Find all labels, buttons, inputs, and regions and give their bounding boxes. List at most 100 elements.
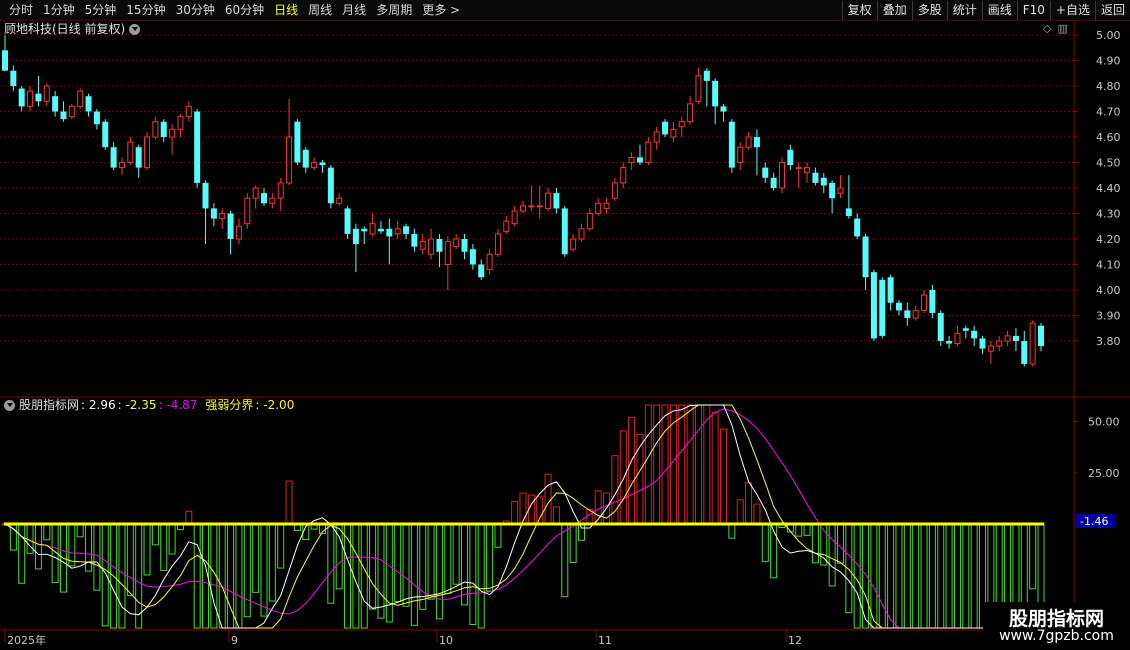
period-tab-5[interactable]: 60分钟 (220, 0, 269, 20)
candle-body (929, 290, 936, 313)
candle-body (971, 330, 978, 339)
indicator-bar (937, 523, 945, 629)
candle-body (578, 228, 585, 240)
candle (135, 144, 142, 178)
candle (261, 188, 267, 206)
indicator-bar (636, 433, 644, 525)
candle (478, 259, 485, 280)
indicator-bar (644, 404, 652, 525)
candle (636, 144, 643, 166)
indicator-bar (811, 523, 819, 564)
candle (1004, 330, 1011, 347)
candle (804, 162, 811, 183)
candle (494, 228, 501, 257)
toolbar-button-1[interactable]: 叠加 (876, 1, 912, 20)
candle (962, 325, 969, 339)
candle-body (645, 141, 652, 163)
candle (185, 101, 192, 122)
indicator-bar (753, 503, 761, 525)
chart-area[interactable]: 5.00 4.90 4.80 4.70 4.60 4.50 4.40 4.30 4.20 4.10… (0, 20, 1130, 650)
period-tab-8[interactable]: 月线 (337, 0, 371, 20)
candle-body (235, 225, 242, 240)
indicator-bar (193, 523, 201, 629)
candle-body (620, 167, 627, 184)
candle-body (829, 182, 836, 199)
period-tab-7[interactable]: 周线 (303, 0, 337, 20)
candle-body (503, 220, 510, 232)
candle (870, 269, 877, 341)
indicator-bar (887, 523, 895, 629)
toolbar-button-2[interactable]: 多股 (911, 1, 947, 20)
indicator-name: 股朋指标网 (19, 398, 80, 412)
indicator-bar (277, 523, 285, 569)
candle (770, 172, 777, 191)
candle (419, 233, 426, 255)
indicator-bar (85, 523, 93, 572)
period-tab-0[interactable]: 分时 (4, 0, 38, 20)
candle (436, 233, 443, 268)
candle-body (670, 128, 677, 138)
candle (252, 185, 259, 209)
candle (937, 310, 944, 347)
price-axis-label: 5.00 (1096, 29, 1121, 42)
candle (60, 101, 67, 122)
toolbar-button-6[interactable]: +自选 (1049, 1, 1095, 20)
period-tab-6[interactable]: 日线 (269, 0, 303, 20)
candle-body (611, 182, 618, 199)
current-value-label: -1.46 (1080, 515, 1108, 528)
chevron-down-icon[interactable] (4, 399, 15, 411)
candle-body (311, 162, 318, 169)
period-tab-2[interactable]: 5分钟 (80, 0, 122, 20)
candle-body (536, 205, 543, 208)
period-tab-4[interactable]: 30分钟 (171, 0, 220, 20)
period-tab-3[interactable]: 15分钟 (121, 0, 170, 20)
candle (578, 223, 585, 242)
candle-body (85, 96, 92, 112)
indicator-bar (118, 523, 126, 629)
toolbar-button-5[interactable]: F10 (1016, 1, 1050, 20)
candle-body (570, 238, 577, 250)
indicator-bar (369, 523, 377, 610)
indicator-bar (34, 523, 42, 570)
indicator-bar (43, 523, 51, 541)
candle (845, 175, 852, 219)
indicator-bar (945, 523, 953, 629)
indicator-bar (870, 523, 878, 629)
candle (210, 203, 217, 227)
candle-body (787, 149, 794, 166)
indicator-bar (536, 496, 544, 525)
candle-body (845, 208, 852, 217)
indicator-value-4: : -2.00 (255, 398, 295, 412)
indicator-bar (920, 523, 928, 629)
toolbar-button-7[interactable]: 返回 (1094, 1, 1130, 20)
candle (912, 305, 919, 321)
date-axis-label: 11 (598, 634, 612, 647)
indicator-bar (912, 523, 920, 629)
indicator-bar (385, 523, 393, 623)
toolbar-button-3[interactable]: 统计 (946, 1, 982, 20)
indicator-bar (235, 523, 243, 629)
candle-body (595, 202, 602, 215)
candle-body (110, 147, 117, 168)
candle (43, 83, 50, 107)
period-tab-1[interactable]: 1分钟 (38, 0, 80, 20)
period-tab-9[interactable]: 多周期 (371, 0, 417, 20)
candle (528, 185, 535, 211)
candle (428, 228, 435, 260)
indicator-bar (561, 523, 569, 598)
candle-body (561, 208, 568, 255)
candle (837, 175, 844, 199)
candle-body (837, 187, 844, 194)
indicator-bar (101, 523, 109, 627)
watermark-title: 股朋指标网 (1008, 608, 1104, 630)
candle (987, 341, 994, 364)
price-axis-label: 4.80 (1096, 80, 1121, 93)
period-tab-10[interactable]: 更多 > (417, 0, 465, 20)
toolbar-button-4[interactable]: 画线 (981, 1, 1017, 20)
candle (921, 290, 928, 313)
candle (595, 198, 602, 217)
indicator-value-3: : -4.87 (158, 398, 198, 412)
toolbar-button-0[interactable]: 复权 (841, 1, 877, 20)
candle (10, 65, 17, 92)
candle-body (854, 218, 861, 237)
